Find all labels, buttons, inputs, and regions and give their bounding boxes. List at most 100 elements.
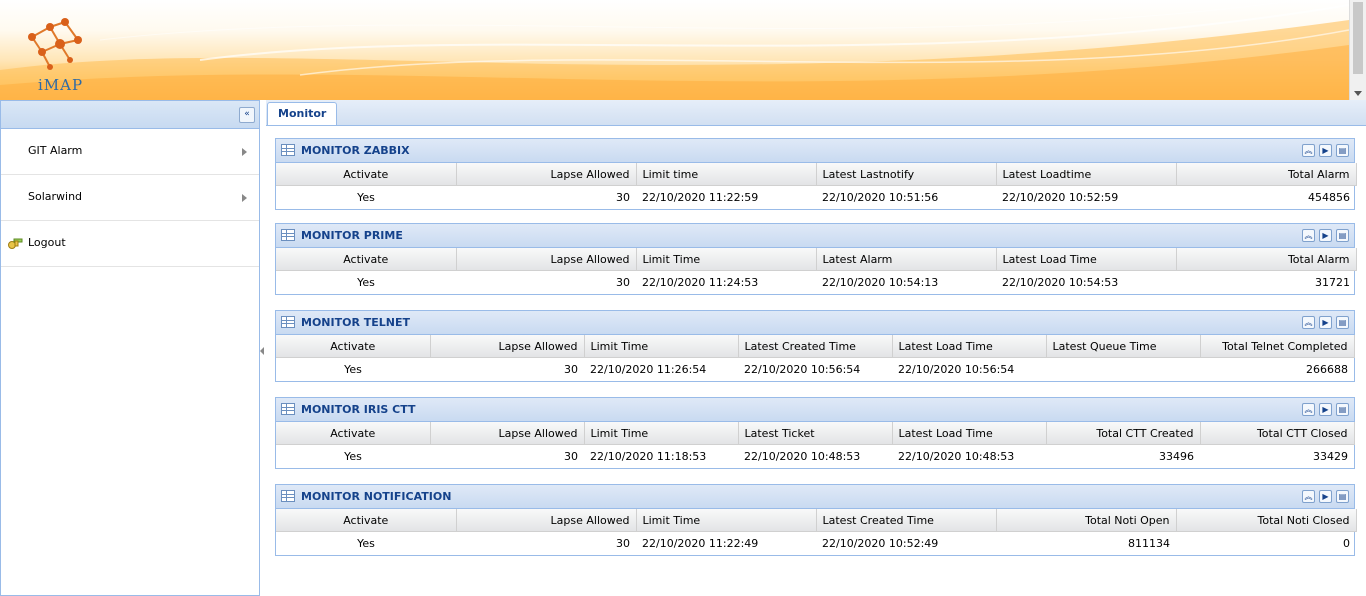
- panel-header[interactable]: MONITOR NOTIFICATION ︽ ▶ ▤: [276, 485, 1354, 509]
- column-header[interactable]: Total Alarm: [1176, 163, 1357, 186]
- column-header[interactable]: Lapse Allowed: [456, 248, 637, 271]
- column-header[interactable]: Total Telnet Completed: [1200, 335, 1355, 358]
- table-cell: 33496: [1159, 450, 1194, 463]
- column-header[interactable]: Activate: [276, 248, 457, 271]
- panel-monitor-iris-ctt: MONITOR IRIS CTT ︽ ▶ ▤ Activate Lapse Allowed…: [275, 397, 1355, 469]
- collapse-up-icon[interactable]: ︽: [1302, 229, 1315, 242]
- play-icon[interactable]: ▶: [1319, 229, 1332, 242]
- collapse-up-icon[interactable]: ︽: [1302, 316, 1315, 329]
- print-icon[interactable]: ▤: [1336, 144, 1349, 157]
- column-header[interactable]: Limit Time: [636, 509, 817, 532]
- sidebar-item-label: Logout: [28, 236, 66, 249]
- table-cell: 22/10/2020 11:22:49: [642, 537, 759, 550]
- column-header[interactable]: Latest Ticket: [738, 422, 893, 445]
- double-chevron-left-icon[interactable]: «: [239, 107, 255, 123]
- panel-header[interactable]: MONITOR ZABBIX ︽ ▶ ▤: [276, 139, 1354, 163]
- column-header[interactable]: Lapse Allowed: [456, 163, 637, 186]
- scroll-down-arrow-icon[interactable]: [1354, 91, 1362, 96]
- table-cell: 22/10/2020 11:26:54: [590, 363, 707, 376]
- column-header[interactable]: Activate: [276, 509, 457, 532]
- table-cell: 22/10/2020 10:54:13: [822, 276, 939, 289]
- table-cell: 31721: [1315, 276, 1350, 289]
- play-icon[interactable]: ▶: [1319, 144, 1332, 157]
- column-header[interactable]: Latest Created Time: [738, 335, 893, 358]
- panel-monitor-notification: MONITOR NOTIFICATION ︽ ▶ ▤ Activate Lapse All…: [275, 484, 1357, 556]
- panel-header[interactable]: MONITOR IRIS CTT ︽ ▶ ▤: [276, 398, 1354, 422]
- column-header[interactable]: Limit time: [636, 163, 817, 186]
- collapse-up-icon[interactable]: ︽: [1302, 490, 1315, 503]
- table-cell: 22/10/2020 11:18:53: [590, 450, 707, 463]
- column-header[interactable]: Limit Time: [636, 248, 817, 271]
- print-icon[interactable]: ▤: [1336, 490, 1349, 503]
- column-header[interactable]: Latest Alarm: [816, 248, 997, 271]
- play-icon[interactable]: ▶: [1319, 316, 1332, 329]
- sidebar-header: «: [1, 101, 259, 129]
- table-row[interactable]: Yes 30 22/10/2020 11:22:49 22/10/2020 10:52…: [276, 532, 1356, 556]
- table-cell: 22/10/2020 10:51:56: [822, 191, 939, 204]
- data-table: Activate Lapse Allowed Limit Time Latest Cr…: [276, 335, 1355, 381]
- panel-tools: ︽ ▶ ▤: [1298, 403, 1349, 416]
- column-header[interactable]: Lapse Allowed: [430, 422, 585, 445]
- column-header[interactable]: Total Noti Open: [996, 509, 1177, 532]
- table-row[interactable]: Yes 30 22/10/2020 11:24:53 22/10/2020 10:54…: [276, 271, 1356, 295]
- header-row: Activate Lapse Allowed Limit Time Latest Cr…: [276, 335, 1355, 358]
- column-header[interactable]: Latest Loadtime: [996, 163, 1177, 186]
- panel-monitor-prime: MONITOR PRIME ︽ ▶ ▤ Activate Lapse Allowed Lim…: [275, 223, 1357, 295]
- table-cell: 22/10/2020 10:52:59: [1002, 191, 1119, 204]
- column-header[interactable]: Latest Load Time: [892, 335, 1047, 358]
- table-cell: [1046, 358, 1200, 382]
- panel-header[interactable]: MONITOR TELNET ︽ ▶ ▤: [276, 311, 1354, 335]
- sidebar-item-solarwind[interactable]: Solarwind: [1, 175, 259, 221]
- sidebar-item-logout[interactable]: Logout: [1, 221, 259, 267]
- collapse-up-icon[interactable]: ︽: [1302, 144, 1315, 157]
- panel-header[interactable]: MONITOR PRIME ︽ ▶ ▤: [276, 224, 1354, 248]
- column-header[interactable]: Lapse Allowed: [456, 509, 637, 532]
- print-icon[interactable]: ▤: [1336, 403, 1349, 416]
- logout-keys-icon: [8, 238, 23, 249]
- table-row[interactable]: Yes 30 22/10/2020 11:18:53 22/10/2020 10:48…: [276, 445, 1354, 469]
- column-header[interactable]: Latest Queue Time: [1046, 335, 1201, 358]
- print-icon[interactable]: ▤: [1336, 316, 1349, 329]
- column-header[interactable]: Total Noti Closed: [1176, 509, 1357, 532]
- column-header[interactable]: Activate: [276, 163, 457, 186]
- table-cell: 30: [616, 537, 630, 550]
- table-cell: Yes: [357, 191, 375, 204]
- tab-monitor[interactable]: Monitor: [267, 102, 338, 125]
- column-header[interactable]: Latest Load Time: [996, 248, 1177, 271]
- panel-title: MONITOR NOTIFICATION: [301, 490, 452, 503]
- column-header[interactable]: Total Alarm: [1176, 248, 1357, 271]
- table-cell: 22/10/2020 10:48:53: [898, 450, 1015, 463]
- play-icon[interactable]: ▶: [1319, 490, 1332, 503]
- page-scrollbar[interactable]: [1349, 0, 1366, 100]
- tab-strip: Monitor: [266, 100, 1366, 126]
- scrollbar-thumb[interactable]: [1353, 2, 1363, 74]
- column-header[interactable]: Activate: [276, 335, 431, 358]
- column-header[interactable]: Limit Time: [584, 422, 739, 445]
- column-header[interactable]: Latest Created Time: [816, 509, 997, 532]
- grid-icon: [281, 403, 295, 415]
- collapse-arrow-icon[interactable]: [260, 347, 264, 355]
- table-cell: 22/10/2020 11:24:53: [642, 276, 759, 289]
- data-table: Activate Lapse Allowed Limit Time Latest Ti…: [276, 422, 1355, 468]
- table-cell: 22/10/2020 11:22:59: [642, 191, 759, 204]
- column-header[interactable]: Activate: [276, 422, 431, 445]
- panel-tools: ︽ ▶ ▤: [1298, 229, 1349, 242]
- collapse-up-icon[interactable]: ︽: [1302, 403, 1315, 416]
- play-icon[interactable]: ▶: [1319, 403, 1332, 416]
- column-header[interactable]: Latest Lastnotify: [816, 163, 997, 186]
- table-row[interactable]: Yes 30 22/10/2020 11:26:54 22/10/2020 10:56…: [276, 358, 1354, 382]
- column-header[interactable]: Latest Load Time: [892, 422, 1047, 445]
- sidebar-item-label: Solarwind: [28, 190, 83, 203]
- table-row[interactable]: Yes 30 22/10/2020 11:22:59 22/10/2020 10:51…: [276, 186, 1356, 210]
- print-icon[interactable]: ▤: [1336, 229, 1349, 242]
- imap-logo-icon: [28, 18, 82, 70]
- table-cell: Yes: [344, 363, 362, 376]
- column-header[interactable]: Total CTT Closed: [1200, 422, 1355, 445]
- column-header[interactable]: Total CTT Created: [1046, 422, 1201, 445]
- column-header[interactable]: Lapse Allowed: [430, 335, 585, 358]
- column-header[interactable]: Limit Time: [584, 335, 739, 358]
- sidebar-item-git-alarm[interactable]: GIT Alarm: [1, 129, 259, 175]
- logo-text: iMAP: [38, 76, 84, 94]
- header-row: Activate Lapse Allowed Limit time Latest La…: [276, 163, 1357, 186]
- table-cell: 30: [616, 276, 630, 289]
